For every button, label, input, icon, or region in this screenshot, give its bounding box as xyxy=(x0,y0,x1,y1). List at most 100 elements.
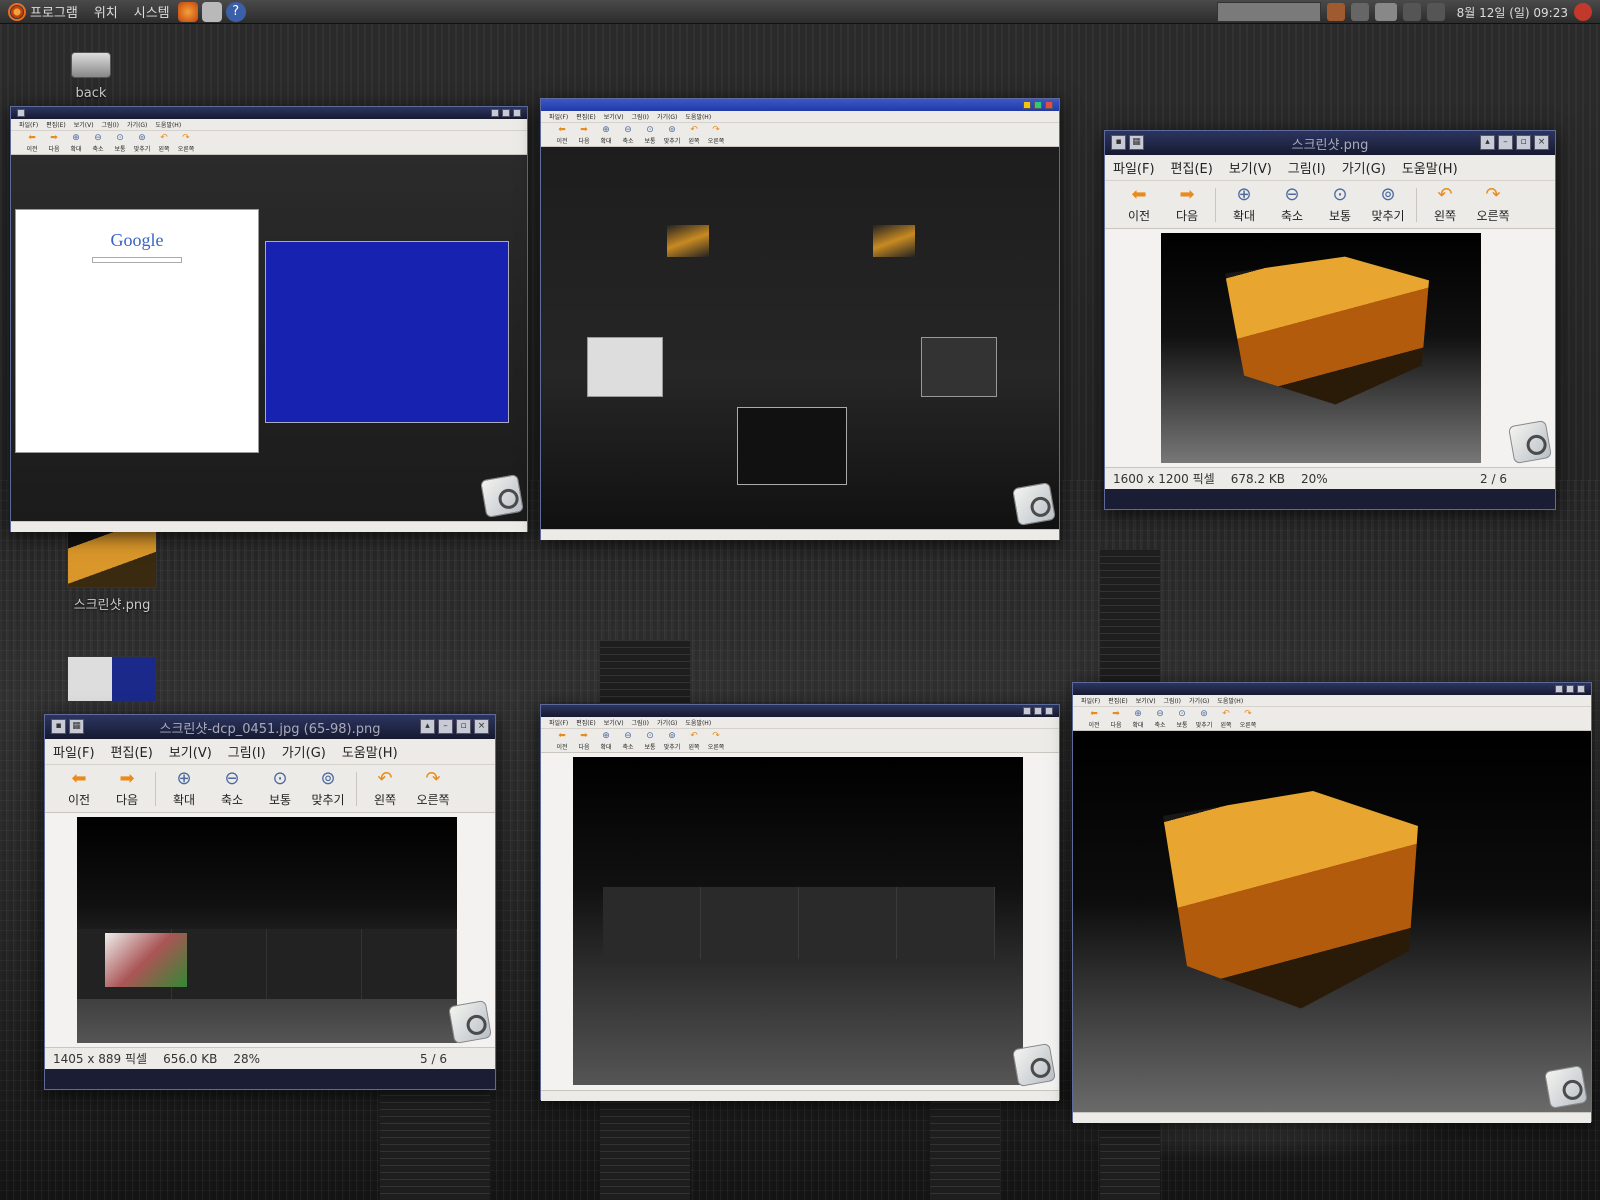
desktop-icon-screenshot-2[interactable] xyxy=(62,656,162,702)
menu-edit[interactable]: 편집(E) xyxy=(576,718,596,727)
zoom-out-button[interactable]: ⊖ 축소 xyxy=(617,125,639,145)
mail-launcher-icon[interactable] xyxy=(201,1,222,22)
rotate-right-button[interactable]: ↷ 오른쪽 xyxy=(705,125,727,145)
image-view[interactable] xyxy=(541,753,1059,1090)
zoom-out-button[interactable]: ⊖ 축소 xyxy=(1268,185,1316,224)
menu-go[interactable]: 가기(G) xyxy=(657,718,677,727)
zoom-in-button[interactable]: ⊕ 확대 xyxy=(160,769,208,808)
image-viewer-window[interactable]: 파일(F) 편집(E) 보기(V) 그림(I) 가기(G) 도움말(H) ⬅ 이전 ➡ 다음 … xyxy=(540,704,1060,1101)
zoom-in-button[interactable]: ⊕ 확대 xyxy=(1220,185,1268,224)
prev-button[interactable]: ⬅ 이전 xyxy=(1115,185,1163,224)
minimize-button[interactable] xyxy=(1023,101,1031,109)
next-button[interactable]: ➡ 다음 xyxy=(573,731,595,751)
image-viewer-window-secondary[interactable]: ▪ ▦ 스크린샷-dcp_0451.jpg (65-98).png ▴ – ▫ × 파일… xyxy=(44,714,496,1090)
window-titlebar[interactable]: ▪ ▦ 스크린샷-dcp_0451.jpg (65-98).png ▴ – ▫ × xyxy=(45,715,495,739)
menu-file[interactable]: 파일(F) xyxy=(549,718,568,727)
minimize-button[interactable] xyxy=(1555,685,1563,693)
menu-file[interactable]: 파일(F) xyxy=(53,742,95,761)
maximize-button[interactable] xyxy=(502,109,510,117)
close-button[interactable] xyxy=(1045,707,1053,715)
zoom-normal-button[interactable]: ⊙ 보통 xyxy=(639,731,661,751)
network-icon[interactable] xyxy=(1402,3,1421,21)
help-launcher-icon[interactable]: ? xyxy=(225,1,246,22)
zoom-in-button[interactable]: ⊕ 확대 xyxy=(65,133,87,153)
volume-icon[interactable] xyxy=(1426,3,1445,21)
rotate-right-button[interactable]: ↷ 오른쪽 xyxy=(409,769,457,808)
close-button[interactable]: × xyxy=(474,719,489,734)
firefox-launcher-icon[interactable] xyxy=(177,1,198,22)
rotate-right-button[interactable]: ↷ 오른쪽 xyxy=(175,133,197,153)
menu-edit[interactable]: 편집(E) xyxy=(1171,158,1213,177)
tray-monitor-icon[interactable] xyxy=(1350,3,1369,21)
window-titlebar[interactable] xyxy=(1073,683,1591,695)
image-view[interactable] xyxy=(541,147,1059,529)
clock[interactable]: 8월 12일 (일) 09:23 xyxy=(1457,4,1568,21)
zoom-normal-button[interactable]: ⊙ 보통 xyxy=(1171,709,1193,729)
image-view[interactable] xyxy=(1105,229,1555,467)
close-button[interactable] xyxy=(1577,685,1585,693)
prev-button[interactable]: ⬅ 이전 xyxy=(551,731,573,751)
window-menu-button[interactable]: ▪ xyxy=(1111,135,1126,150)
zoom-fit-button[interactable]: ⊚ 맞추기 xyxy=(1193,709,1215,729)
rotate-right-button[interactable]: ↷ 오른쪽 xyxy=(1237,709,1259,729)
zoom-normal-button[interactable]: ⊙ 보통 xyxy=(639,125,661,145)
zoom-out-button[interactable]: ⊖ 축소 xyxy=(1149,709,1171,729)
image-viewer-window-main[interactable]: ▪ ▦ 스크린샷.png ▴ – ▫ × 파일(F) 편집(E) 보기(V) 그림(I) 가기(… xyxy=(1104,130,1556,510)
window-titlebar[interactable] xyxy=(541,99,1059,111)
window-titlebar[interactable] xyxy=(11,107,527,119)
menu-programs[interactable]: 프로그램 xyxy=(30,2,78,21)
zoom-out-button[interactable]: ⊖ 축소 xyxy=(617,731,639,751)
menu-image[interactable]: 그림(I) xyxy=(632,112,650,121)
keyboard-icon[interactable] xyxy=(1374,3,1397,21)
zoom-fit-button[interactable]: ⊚ 맞추기 xyxy=(661,731,683,751)
tray-app-icon[interactable] xyxy=(1326,3,1345,21)
shade-button[interactable]: ▴ xyxy=(1480,135,1495,150)
menu-edit[interactable]: 편집(E) xyxy=(111,742,153,761)
zoom-fit-button[interactable]: ⊚ 맞추기 xyxy=(304,769,352,808)
menu-file[interactable]: 파일(F) xyxy=(549,112,568,121)
menu-image[interactable]: 그림(I) xyxy=(1288,158,1326,177)
image-view[interactable] xyxy=(1073,731,1591,1112)
close-button[interactable] xyxy=(513,109,521,117)
power-icon[interactable] xyxy=(1574,3,1592,21)
zoom-in-button[interactable]: ⊕ 확대 xyxy=(1127,709,1149,729)
zoom-normal-button[interactable]: ⊙ 보통 xyxy=(1316,185,1364,224)
zoom-fit-button[interactable]: ⊚ 맞추기 xyxy=(1364,185,1412,224)
zoom-normal-button[interactable]: ⊙ 보통 xyxy=(256,769,304,808)
rotate-left-button[interactable]: ↶ 왼쪽 xyxy=(1215,709,1237,729)
maximize-button[interactable] xyxy=(1034,707,1042,715)
menu-view[interactable]: 보기(V) xyxy=(1229,158,1272,177)
menu-image[interactable]: 그림(I) xyxy=(1164,696,1182,705)
minimize-button[interactable]: – xyxy=(438,719,453,734)
menu-view[interactable]: 보기(V) xyxy=(74,120,94,129)
window-menu-button[interactable] xyxy=(17,109,25,117)
workspace-switcher[interactable] xyxy=(1216,2,1321,22)
menu-edit[interactable]: 편집(E) xyxy=(1108,696,1128,705)
menu-file[interactable]: 파일(F) xyxy=(19,120,38,129)
menu-help[interactable]: 도움말(H) xyxy=(685,112,711,121)
menu-go[interactable]: 가기(G) xyxy=(282,742,326,761)
rotate-right-button[interactable]: ↷ 오른쪽 xyxy=(705,731,727,751)
prev-button[interactable]: ⬅ 이전 xyxy=(55,769,103,808)
menu-go[interactable]: 가기(G) xyxy=(657,112,677,121)
zoom-fit-button[interactable]: ⊚ 맞추기 xyxy=(661,125,683,145)
next-button[interactable]: ➡ 다음 xyxy=(43,133,65,153)
close-button[interactable] xyxy=(1045,101,1053,109)
image-view[interactable]: Google xyxy=(11,155,527,521)
maximize-button[interactable]: ▫ xyxy=(1516,135,1531,150)
menu-file[interactable]: 파일(F) xyxy=(1113,158,1155,177)
minimize-button[interactable] xyxy=(491,109,499,117)
next-button[interactable]: ➡ 다음 xyxy=(573,125,595,145)
window-titlebar[interactable] xyxy=(541,705,1059,717)
rotate-left-button[interactable]: ↶ 왼쪽 xyxy=(153,133,175,153)
menu-places[interactable]: 위치 xyxy=(86,2,126,21)
image-view[interactable] xyxy=(45,813,495,1047)
menu-image[interactable]: 그림(I) xyxy=(632,718,650,727)
shade-button[interactable]: ▴ xyxy=(420,719,435,734)
minimize-button[interactable]: – xyxy=(1498,135,1513,150)
menu-go[interactable]: 가기(G) xyxy=(1189,696,1209,705)
menu-image[interactable]: 그림(I) xyxy=(102,120,120,129)
menu-view[interactable]: 보기(V) xyxy=(604,718,624,727)
menu-go[interactable]: 가기(G) xyxy=(1342,158,1386,177)
menu-help[interactable]: 도움말(H) xyxy=(1217,696,1243,705)
